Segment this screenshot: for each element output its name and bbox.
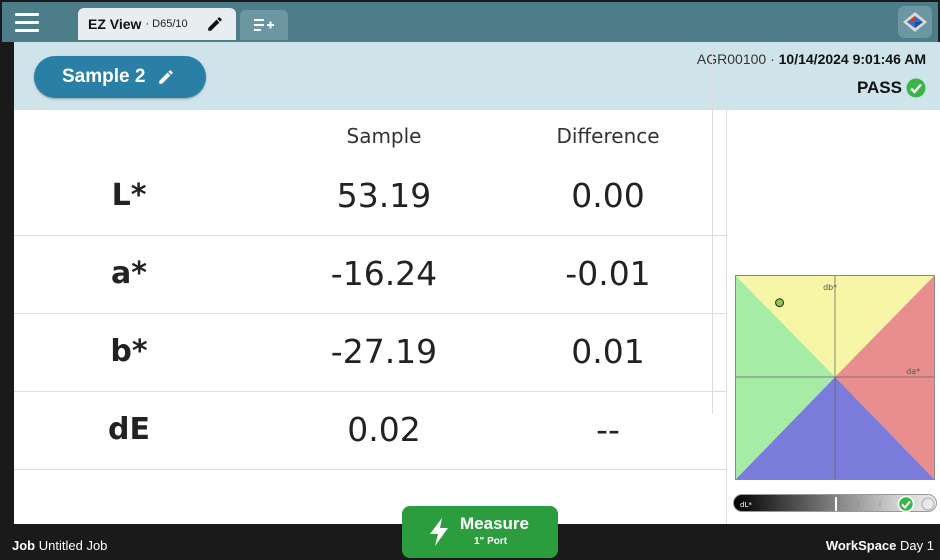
tab-subtitle: · D65/10 [145,18,188,30]
tab-title: EZ View [88,16,142,32]
workspace-name: Day 1 [900,538,934,553]
top-bar: EZ View · D65/10 [2,2,938,42]
job-name: Untitled Job [38,538,108,553]
measure-button[interactable]: Measure 1" Port [402,506,558,558]
hamburger-menu-icon[interactable] [10,8,44,36]
sample-header: Sample 2 AGR00100 · 10/14/2024 9:01:46 A… [14,42,940,110]
table-row: a* -16.24 -0.01 [14,236,726,314]
tab-ez-view[interactable]: EZ View · D65/10 [78,8,236,40]
da-axis-label: da* [906,367,920,376]
row-label: b* [110,334,148,369]
timestamp: 10/14/2024 9:01:46 AM [778,51,926,67]
status-badge: PASS [857,78,926,98]
status-text: PASS [856,78,902,97]
pencil-icon[interactable] [206,15,224,33]
add-list-icon [254,19,274,31]
dl-indicator-check-icon [897,495,915,513]
table-row: b* -27.19 0.01 [14,314,726,392]
difference-value: 0.01 [571,332,645,371]
measurement-meta: AGR00100 · 10/14/2024 9:01:46 AM [697,51,926,67]
workspace-key: WorkSpace [825,538,897,553]
job-key: Job [12,538,36,553]
row-label: dE [108,412,150,447]
panel-divider [712,48,713,414]
difference-value: -- [596,410,620,449]
sample-value: -27.19 [330,332,438,371]
sample-name: Sample 2 [62,66,146,87]
row-label: a* [111,256,147,291]
dl-label: dL* [740,501,752,509]
app-logo-icon[interactable] [898,6,932,38]
dl-end-circle [921,497,935,511]
sample-value: -16.24 [330,254,438,293]
sample-point [775,298,785,308]
measure-label: Measure [460,514,529,533]
pencil-icon [159,70,174,84]
workspace-info: WorkSpace Day 1 [826,538,934,553]
color-values-table: Sample Difference L* 53.19 0.00 a* -16.2… [14,110,726,524]
app-frame: EZ View · D65/10 Sample 2 AGR00100 · 10/… [0,0,940,560]
new-tab-button[interactable] [240,10,288,40]
db-axis-label: db* [823,283,837,292]
measure-port: 1" Port [474,536,508,547]
difference-value: 0.00 [571,176,645,215]
da-db-chart: db* da* [735,275,935,480]
job-info: Job Untitled Job [12,538,107,553]
dl-slider: dL* [733,494,937,513]
lightning-icon [430,518,448,546]
table-row: dE 0.02 -- [14,392,726,470]
row-label: L* [111,178,147,213]
column-header-difference: Difference [556,124,660,148]
instrument-id: AGR00100 · [696,51,775,67]
sample-name-button[interactable]: Sample 2 [34,56,206,98]
column-header-sample: Sample [346,124,422,148]
color-difference-panel: db* da* dL* [726,110,940,524]
sample-value: 0.02 [347,410,421,449]
check-circle-icon [906,78,926,98]
sample-value: 53.19 [336,176,432,215]
table-row: L* 53.19 0.00 [14,158,726,236]
difference-value: -0.01 [565,254,651,293]
